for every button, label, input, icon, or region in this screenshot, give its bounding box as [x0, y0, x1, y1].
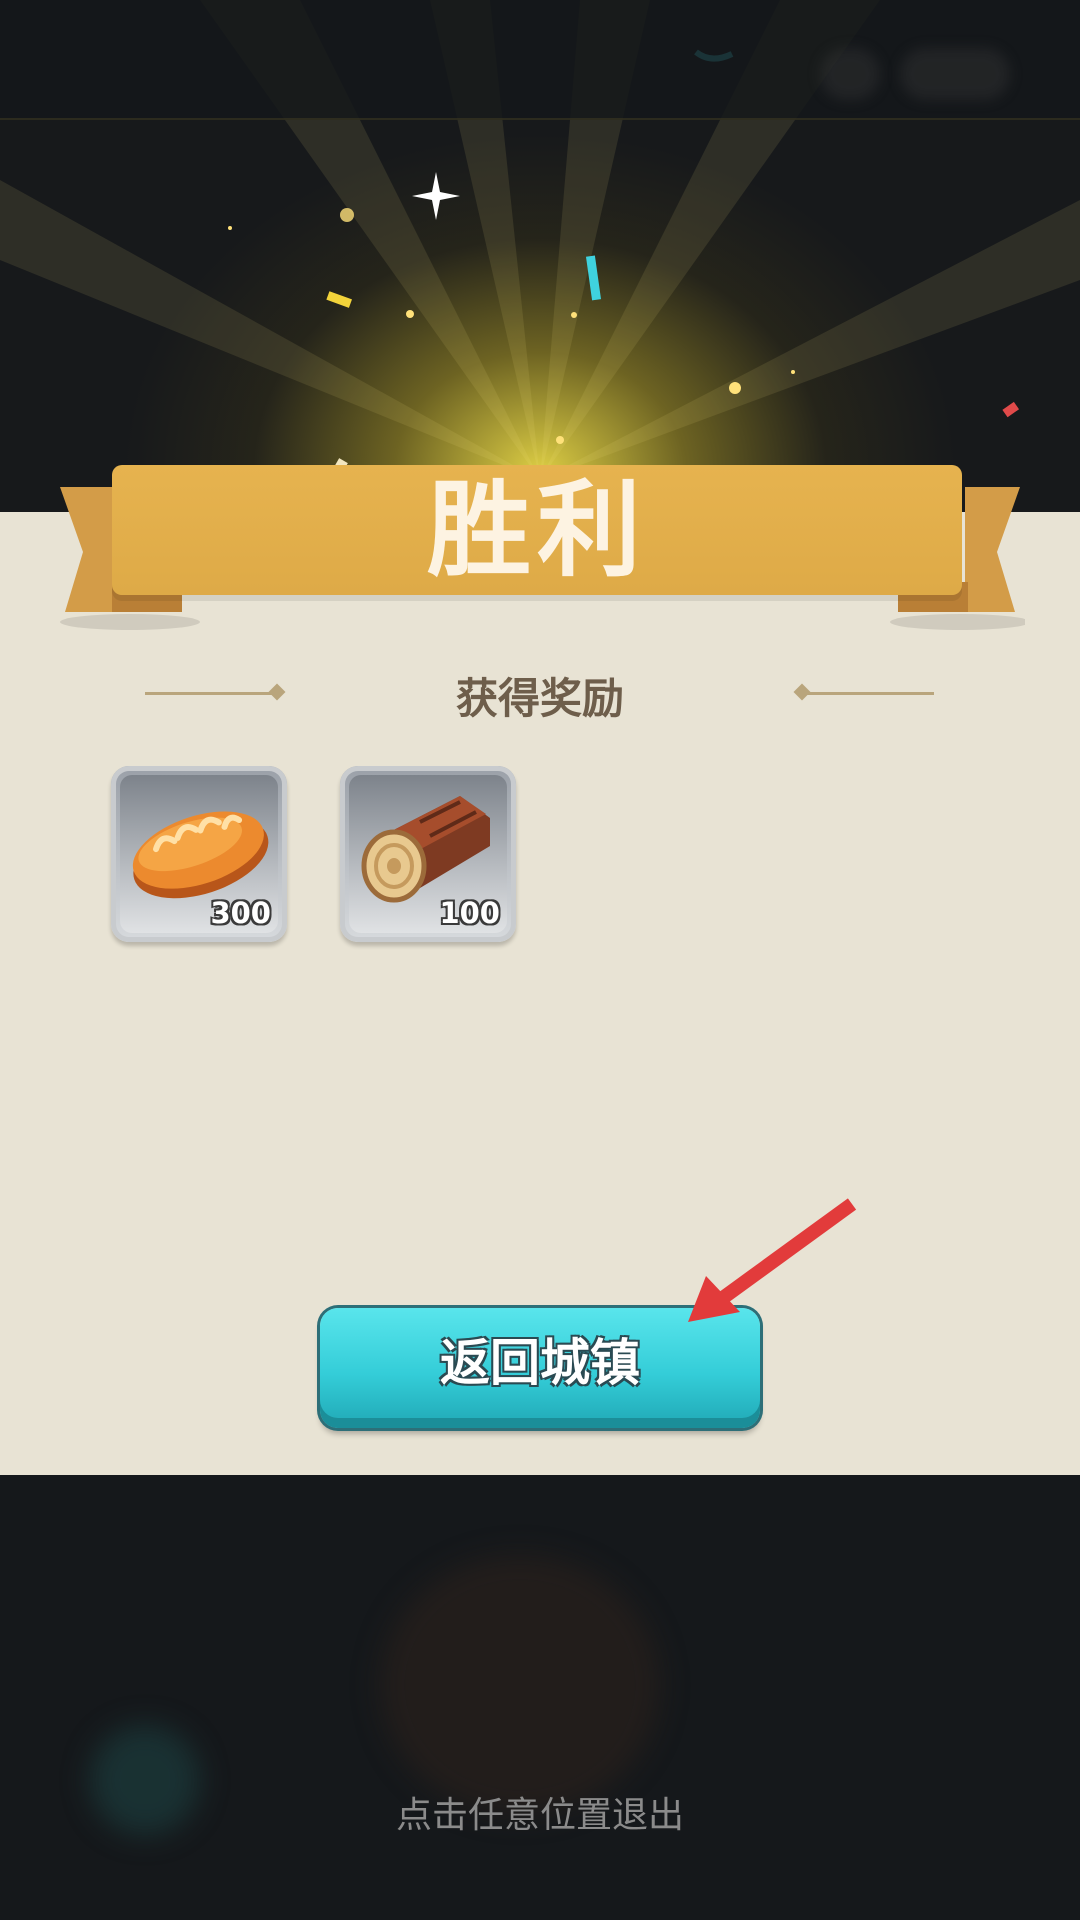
- blurred-scene-object: [380, 1555, 660, 1815]
- victory-title: 胜利: [426, 469, 647, 591]
- reward-count: 100: [439, 896, 500, 930]
- currency-counter: [900, 48, 1010, 100]
- top-bar: [0, 0, 1080, 120]
- dimmed-background: [0, 1475, 1080, 1920]
- victory-ribbon: 胜利: [55, 462, 1025, 632]
- currency-icon: [820, 48, 880, 100]
- tap-to-exit-hint[interactable]: 点击任意位置退出: [0, 1786, 1080, 1838]
- reward-item-bread[interactable]: 300: [111, 766, 287, 942]
- victory-light-burst: [0, 0, 1080, 512]
- divider-right: [800, 692, 934, 695]
- reward-count: 300: [210, 896, 271, 930]
- reward-item-wood[interactable]: 100: [340, 766, 516, 942]
- ribbon-body: 胜利: [112, 465, 962, 595]
- pointer-arrow-icon: [688, 1198, 857, 1322]
- rewards-title: 获得奖励: [455, 674, 624, 723]
